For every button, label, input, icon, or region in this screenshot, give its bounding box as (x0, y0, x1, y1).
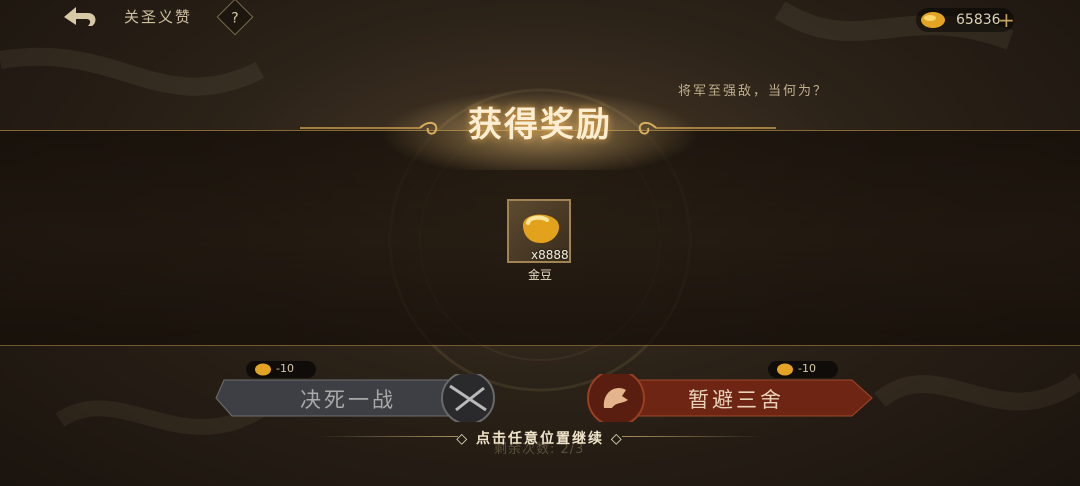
tap-to-continue[interactable]: ◇ 点击任意位置继续 ◇ (0, 428, 1080, 448)
fight-button[interactable]: 决死一战 (210, 371, 500, 425)
help-button[interactable]: ? (216, 0, 254, 36)
title-ornament-right (638, 122, 776, 135)
item-count: x8888 (531, 248, 569, 262)
help-icon: ? (231, 10, 239, 27)
gold-bean-icon (921, 12, 945, 28)
continue-text: 点击任意位置继续 (476, 431, 604, 447)
back-arrow-icon (64, 7, 96, 26)
reward-item[interactable]: x8888 (507, 199, 571, 263)
currency-display: 65836 + (916, 8, 1015, 32)
currency-amount: 65836 (956, 12, 1001, 28)
fight-label: 决死一战 (300, 388, 396, 412)
diamond-icon: ◇ (456, 431, 476, 447)
diamond-icon: ◇ (604, 431, 624, 447)
title-ornament-left (300, 122, 438, 135)
retreat-label: 暂避三舍 (688, 388, 784, 412)
item-name: 金豆 (527, 268, 552, 282)
back-button[interactable] (58, 2, 102, 32)
add-currency-button[interactable]: + (998, 8, 1015, 32)
gold-bean-icon (523, 214, 560, 243)
background-quote: 将军至强敌，当何为？ (678, 84, 829, 99)
stage-title: 关圣义赞 (124, 8, 193, 26)
retreat-button[interactable]: 暂避三舍 (582, 369, 882, 427)
reward-title: 获得奖励 (468, 105, 612, 145)
